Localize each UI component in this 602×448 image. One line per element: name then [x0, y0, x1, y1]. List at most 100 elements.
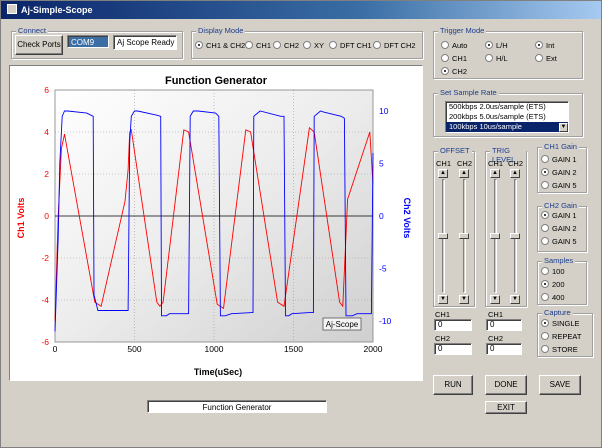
y-right-tick-label: 10 — [379, 106, 389, 116]
trig-ch1-label: CH1 — [488, 159, 504, 168]
offset-ch2-slider[interactable] — [459, 179, 469, 293]
sample-rate-list[interactable]: 500kbps 2.0us/sample (ETS) 200kbps 5.0us… — [445, 101, 569, 133]
list-scroll-down-button[interactable]: ▼ — [559, 123, 568, 132]
radio-icon — [541, 293, 549, 301]
sample-rate-label: Set Sample Rate — [438, 88, 499, 97]
radio-selected-icon — [485, 41, 493, 49]
trigger-ch2[interactable]: CH2 — [441, 67, 467, 76]
ch2-gain-1[interactable]: GAIN 1 — [541, 211, 577, 220]
radio-icon — [245, 41, 253, 49]
offset-ch1-label: CH1 — [436, 159, 452, 168]
radio-icon — [535, 54, 543, 62]
y-left-tick-label: 2 — [44, 169, 49, 179]
ch1-gain-5[interactable]: GAIN 5 — [541, 181, 577, 190]
trig-ch1-value[interactable]: 0 — [486, 319, 522, 331]
exit-button[interactable]: EXIT — [485, 401, 527, 414]
y-right-tick-label: 5 — [379, 159, 384, 169]
ch1-gain-1[interactable]: GAIN 1 — [541, 155, 577, 164]
y-left-tick-label: 0 — [44, 211, 49, 221]
radio-selected-icon — [541, 280, 549, 288]
offset-ch2-thumb[interactable] — [459, 233, 469, 239]
ch2-gain-2[interactable]: GAIN 2 — [541, 224, 577, 233]
trigger-l-h[interactable]: L/H — [485, 41, 508, 50]
capture-label: Capture — [542, 308, 573, 317]
window-title: Aj-Simple-Scope — [21, 5, 93, 15]
capture-single[interactable]: SINGLE — [541, 319, 580, 328]
trig-ch2-down-button[interactable]: ▼ — [510, 295, 520, 304]
radio-selected-icon — [195, 41, 203, 49]
offset-ch1-up-button[interactable]: ▲ — [438, 169, 448, 178]
save-button[interactable]: SAVE — [539, 375, 581, 395]
offset-ch2-value-label: CH2 — [435, 334, 451, 343]
capture-store[interactable]: STORE — [541, 345, 578, 354]
check-ports-button[interactable]: Check Ports — [15, 35, 63, 55]
trig-ch1-slider[interactable] — [490, 179, 500, 293]
radio-selected-icon — [541, 211, 549, 219]
sample-rate-item[interactable]: 200kbps 5.0us/sample (ETS) — [446, 112, 568, 122]
samples-400[interactable]: 400 — [541, 293, 565, 302]
offset-ch1-slider[interactable] — [438, 179, 448, 293]
port-field[interactable]: COM9 — [67, 35, 109, 48]
display-mode-ch1[interactable]: CH1 — [245, 41, 271, 50]
trig-ch2-value[interactable]: 0 — [486, 343, 522, 355]
trigger-ch1[interactable]: CH1 — [441, 54, 467, 63]
radio-icon — [541, 345, 549, 353]
display-mode-ch2[interactable]: CH2 — [273, 41, 299, 50]
display-mode-ch1-ch2[interactable]: CH1 & CH2 — [195, 41, 245, 50]
offset-ch1-thumb[interactable] — [438, 233, 448, 239]
samples-100[interactable]: 100 — [541, 267, 565, 276]
y-axis-left-label: Ch1 Volts — [16, 198, 26, 239]
display-mode-dft-ch2[interactable]: DFT CH2 — [373, 41, 416, 50]
sample-rate-item-selected[interactable]: 100kbps 10us/sample — [446, 122, 568, 132]
display-mode-dft-ch1[interactable]: DFT CH1 — [329, 41, 372, 50]
status-field[interactable]: Aj Scope Ready — [113, 35, 177, 50]
radio-icon — [541, 237, 549, 245]
radio-icon — [329, 41, 337, 49]
radio-icon — [541, 267, 549, 275]
display-mode-xy[interactable]: XY — [303, 41, 324, 50]
run-button[interactable]: RUN — [433, 375, 473, 395]
offset-ch2-value[interactable]: 0 — [434, 343, 472, 355]
y-left-tick-label: -4 — [41, 295, 49, 305]
x-tick-label: 0 — [53, 344, 58, 354]
trig-ch1-down-button[interactable]: ▼ — [490, 295, 500, 304]
radio-icon — [441, 54, 449, 62]
x-axis-label: Time(uSec) — [194, 367, 242, 377]
done-button[interactable]: DONE — [485, 375, 527, 395]
trig-ch2-value-label: CH2 — [488, 334, 504, 343]
y-right-tick-label: -5 — [379, 264, 387, 274]
trig-ch1-up-button[interactable]: ▲ — [490, 169, 500, 178]
offset-ch2-down-button[interactable]: ▼ — [459, 295, 469, 304]
offset-label: OFFSET — [438, 146, 472, 155]
trig-ch2-thumb[interactable] — [510, 233, 520, 239]
radio-selected-icon — [535, 41, 543, 49]
trig-ch2-slider[interactable] — [510, 179, 520, 293]
scope-chart: 0 500 1000 1500 2000 -6 -4 -2 0 2 4 6 -10 -5 0 5 10 Func… — [16, 75, 412, 377]
radio-icon — [273, 41, 281, 49]
x-tick-label: 500 — [127, 344, 141, 354]
trig-ch1-thumb[interactable] — [490, 233, 500, 239]
trig-ch2-up-button[interactable]: ▲ — [510, 169, 520, 178]
sample-rate-item[interactable]: 500kbps 2.0us/sample (ETS) — [446, 102, 568, 112]
samples-200[interactable]: 200 — [541, 280, 565, 289]
samples-label: Samples — [542, 256, 576, 265]
offset-ch1-down-button[interactable]: ▼ — [438, 295, 448, 304]
y-right-tick-label: 0 — [379, 211, 384, 221]
trigger-ext[interactable]: Ext — [535, 54, 557, 63]
capture-repeat[interactable]: REPEAT — [541, 332, 581, 341]
chart-title: Function Generator — [165, 75, 268, 87]
offset-ch2-up-button[interactable]: ▲ — [459, 169, 469, 178]
trigger-auto[interactable]: Auto — [441, 41, 467, 50]
radio-selected-icon — [541, 168, 549, 176]
ch2-gain-5[interactable]: GAIN 5 — [541, 237, 577, 246]
trigger-h-l[interactable]: H/L — [485, 54, 508, 63]
radio-icon — [303, 41, 311, 49]
radio-selected-icon — [441, 67, 449, 75]
chart-panel: 0 500 1000 1500 2000 -6 -4 -2 0 2 4 6 -10 -5 0 5 10 Func… — [9, 65, 423, 381]
ch1-gain-2[interactable]: GAIN 2 — [541, 168, 577, 177]
trigger-int[interactable]: Int — [535, 41, 554, 50]
aj-scope-annotation: Aj-Scope — [322, 317, 362, 331]
offset-ch1-value[interactable]: 0 — [434, 319, 472, 331]
y-axis-right-label: Ch2 Volts — [402, 198, 412, 239]
title-bar[interactable]: Aj-Simple-Scope — [1, 1, 601, 19]
